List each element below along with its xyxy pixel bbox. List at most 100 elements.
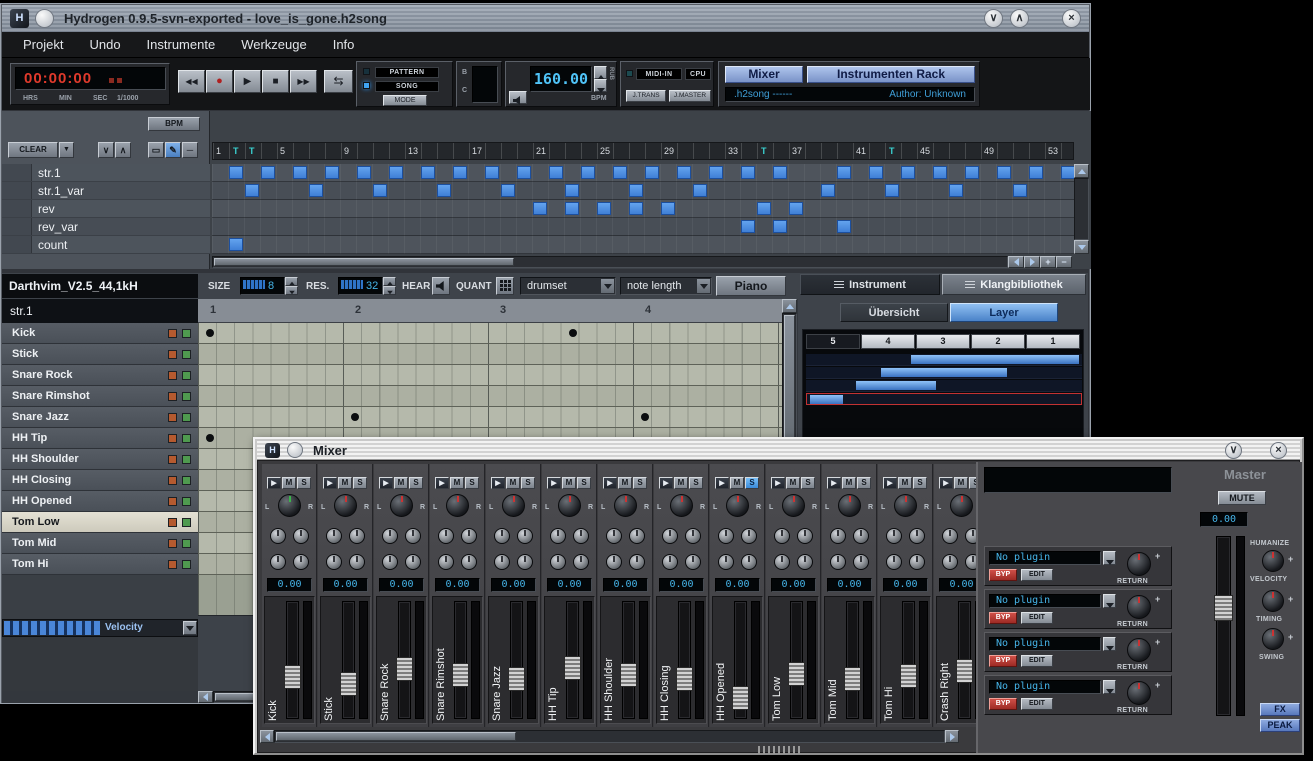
song-grid-cell[interactable]	[437, 184, 451, 197]
strip-solo-button[interactable]: S	[353, 477, 367, 489]
strip-mute-button[interactable]: M	[898, 477, 912, 489]
strip-play-button[interactable]: ▶	[323, 477, 337, 489]
layer-range-bar[interactable]	[881, 368, 1008, 377]
song-grid-cell[interactable]	[629, 184, 643, 197]
instrument-solo-led[interactable]	[182, 539, 191, 548]
pattern-list-item[interactable]: str.1	[2, 164, 210, 182]
instrument-row[interactable]: Tom Mid	[2, 533, 198, 554]
bpm-down-button[interactable]	[594, 79, 607, 92]
pan-knob[interactable]	[614, 494, 637, 517]
resolution-down-button[interactable]	[383, 286, 396, 295]
strip-fader-track[interactable]	[790, 601, 803, 719]
tempo-marker[interactable]: T	[233, 146, 239, 156]
fx2-send-knob[interactable]	[405, 528, 421, 544]
size-display[interactable]: 8	[240, 277, 285, 295]
song-grid-cell[interactable]	[549, 166, 563, 179]
fx-return-knob[interactable]	[1127, 595, 1151, 619]
strip-mute-button[interactable]: M	[562, 477, 576, 489]
song-grid-cell[interactable]	[501, 184, 515, 197]
fx-plugin-dropdown[interactable]	[1103, 551, 1116, 565]
layer-range-bar[interactable]	[856, 381, 936, 390]
layer-header-cell[interactable]: 1	[1026, 334, 1080, 349]
pattern-list-item[interactable]: rev_var	[2, 218, 210, 236]
maximize-button[interactable]: ∧	[1010, 9, 1029, 28]
song-grid-cell[interactable]	[261, 166, 275, 179]
tempo-marker[interactable]: T	[761, 146, 767, 156]
fx1-send-knob[interactable]	[494, 528, 510, 544]
song-grid-cell[interactable]	[453, 166, 467, 179]
note-dot[interactable]	[569, 329, 577, 337]
fx-plugin-display[interactable]: No plugin	[989, 680, 1101, 694]
fx4-send-knob[interactable]	[517, 554, 533, 570]
beat-counter-panel[interactable]: B C	[456, 61, 502, 107]
note-dot[interactable]	[641, 413, 649, 421]
hear-notes-button[interactable]	[432, 277, 450, 295]
fx1-send-knob[interactable]	[886, 528, 902, 544]
strip-play-button[interactable]: ▶	[939, 477, 953, 489]
song-grid-cell[interactable]	[789, 202, 803, 215]
layer-range-bar[interactable]	[810, 395, 843, 404]
fx1-send-knob[interactable]	[942, 528, 958, 544]
instrument-mute-led[interactable]	[168, 497, 177, 506]
fx4-send-knob[interactable]	[461, 554, 477, 570]
song-grid-cell[interactable]	[949, 184, 963, 197]
strip-fader-handle[interactable]	[900, 664, 917, 688]
show-fx-button[interactable]: FX	[1260, 703, 1300, 716]
select-mode-button[interactable]: ▭	[148, 142, 164, 158]
fx-bypass-button[interactable]: BYP	[989, 655, 1017, 667]
strip-fader-track[interactable]	[846, 601, 859, 719]
song-grid-cell[interactable]	[325, 166, 339, 179]
fx3-send-knob[interactable]	[494, 554, 510, 570]
note-property-dropdown[interactable]	[183, 621, 197, 635]
shade-button[interactable]: ∨	[984, 9, 1003, 28]
song-grid-cell[interactable]	[997, 166, 1011, 179]
song-grid-cell[interactable]	[245, 184, 259, 197]
fx1-send-knob[interactable]	[382, 528, 398, 544]
fx4-send-knob[interactable]	[741, 554, 757, 570]
instrument-row[interactable]: Snare Jazz	[2, 407, 198, 428]
fx4-send-knob[interactable]	[853, 554, 869, 570]
pan-knob[interactable]	[782, 494, 805, 517]
song-grid-cell[interactable]	[581, 166, 595, 179]
song-grid-cell[interactable]	[357, 166, 371, 179]
resolution-display[interactable]: 32	[338, 277, 383, 295]
song-grid-cell[interactable]	[645, 166, 659, 179]
song-grid-cell[interactable]	[741, 220, 755, 233]
song-grid-cell[interactable]	[485, 166, 499, 179]
menu-item-instrumente[interactable]: Instrumente	[134, 32, 229, 58]
instrument-solo-led[interactable]	[182, 371, 191, 380]
instrument-mute-led[interactable]	[168, 434, 177, 443]
menu-item-info[interactable]: Info	[320, 32, 368, 58]
strip-solo-button[interactable]: S	[913, 477, 927, 489]
master-fader-handle[interactable]	[1214, 595, 1233, 621]
fx1-send-knob[interactable]	[774, 528, 790, 544]
fx2-send-knob[interactable]	[797, 528, 813, 544]
mixer-close-button[interactable]: ×	[1270, 442, 1287, 459]
instrument-solo-led[interactable]	[182, 476, 191, 485]
pan-knob[interactable]	[502, 494, 525, 517]
instrument-mute-led[interactable]	[168, 413, 177, 422]
song-grid-cell[interactable]	[885, 184, 899, 197]
strip-play-button[interactable]: ▶	[435, 477, 449, 489]
draw-mode-button[interactable]: ✎	[165, 142, 181, 158]
instrument-solo-led[interactable]	[182, 518, 191, 527]
fx1-send-knob[interactable]	[326, 528, 342, 544]
menu-item-werkzeuge[interactable]: Werkzeuge	[228, 32, 320, 58]
layer-row[interactable]	[806, 393, 1082, 405]
strip-fader-track[interactable]	[342, 601, 355, 719]
strip-play-button[interactable]: ▶	[603, 477, 617, 489]
instrument-row[interactable]: HH Closing	[2, 470, 198, 491]
song-grid-cell[interactable]	[709, 166, 723, 179]
tab-soundlibrary[interactable]: Klangbibliothek	[942, 274, 1086, 295]
song-grid-cell[interactable]	[517, 166, 531, 179]
song-grid-cell[interactable]	[597, 202, 611, 215]
song-grid-cell[interactable]	[613, 166, 627, 179]
strip-play-button[interactable]: ▶	[883, 477, 897, 489]
fx2-send-knob[interactable]	[629, 528, 645, 544]
instrument-row[interactable]: Snare Rimshot	[2, 386, 198, 407]
strip-fader-handle[interactable]	[844, 667, 861, 691]
instrument-solo-led[interactable]	[182, 413, 191, 422]
menu-item-undo[interactable]: Undo	[76, 32, 133, 58]
pattern-grid-row[interactable]	[198, 323, 782, 344]
strip-solo-button[interactable]: S	[801, 477, 815, 489]
